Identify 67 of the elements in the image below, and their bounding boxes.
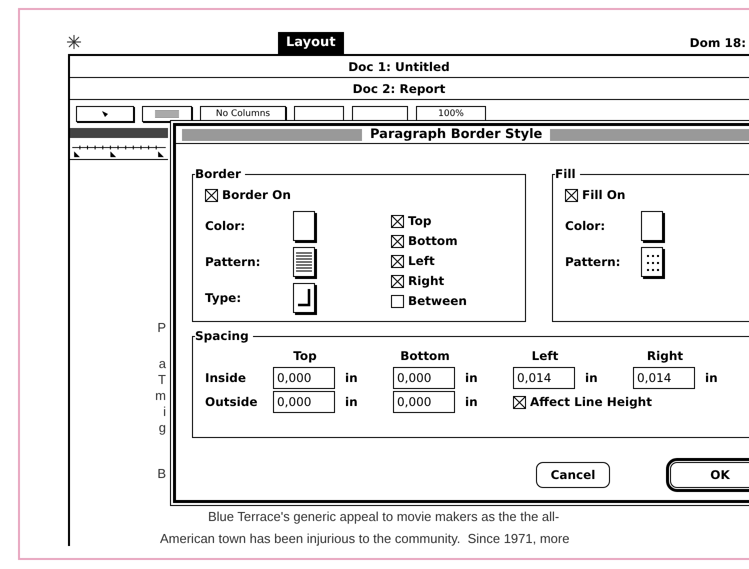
pattern-swatch[interactable] (293, 247, 315, 277)
number-field[interactable]: 0,014 (633, 367, 695, 389)
row-label: Inside (205, 370, 247, 387)
checkbox-label: Top (408, 213, 432, 230)
text-fragment: i (163, 404, 166, 420)
text-fragment: m (155, 388, 166, 404)
unit-label: in (345, 394, 358, 411)
checkbox[interactable] (391, 234, 404, 248)
text-fragment: g (158, 420, 166, 436)
column-heading: Left (530, 348, 560, 365)
checkbox-label: Affect Line Height (530, 394, 652, 411)
column-heading: Right (646, 348, 684, 365)
pattern-label: Pattern: (565, 254, 622, 271)
checkbox-label: Bottom (408, 233, 458, 250)
cancel-button[interactable]: Cancel (536, 462, 610, 488)
number-field[interactable]: 0,014 (513, 367, 575, 389)
pointer-tool-button[interactable] (76, 106, 134, 122)
dialog-title: Paragraph Border Style (370, 126, 542, 144)
unit-label: in (585, 370, 598, 387)
column-heading: Top (292, 348, 318, 365)
checkbox[interactable] (391, 214, 404, 228)
unit-label: in (345, 370, 358, 387)
document-text: Blue Terrace's generic appeal to movie makers as the the all- (207, 508, 560, 526)
column-heading: Bottom (399, 348, 451, 365)
unit-label: in (465, 370, 478, 387)
text-fragment: P (157, 320, 166, 336)
window-title-bar[interactable]: Doc 2: Report (70, 78, 749, 100)
title-stripes-icon (182, 128, 362, 140)
checkbox[interactable] (513, 396, 526, 408)
checkbox[interactable] (205, 188, 218, 202)
row-label: Outside (205, 394, 258, 411)
type-label: Type: (205, 290, 242, 307)
number-field[interactable]: 0,000 (393, 367, 455, 389)
color-label: Color: (205, 218, 246, 235)
sparkle-icon (66, 34, 82, 50)
checkbox-label: Left (408, 253, 435, 270)
color-swatch[interactable] (293, 211, 315, 241)
checkbox[interactable] (391, 274, 404, 288)
title-stripes-icon (550, 128, 749, 140)
window-title-bar[interactable]: Doc 1: Untitled (70, 56, 749, 78)
pattern-swatch[interactable] (641, 247, 664, 277)
text-tool-button[interactable] (142, 106, 192, 122)
menu-title[interactable]: Layout (278, 32, 344, 54)
group-label: Spacing (195, 328, 253, 344)
color-swatch[interactable] (641, 211, 664, 241)
checkbox-label: Fill On (582, 187, 626, 204)
checkbox-label: Between (408, 293, 467, 310)
text-fragment: T (158, 372, 166, 388)
color-label: Color: (565, 218, 606, 235)
unit-label: in (465, 394, 478, 411)
text-fragment: B (157, 466, 166, 482)
text-fragment: a (158, 356, 166, 372)
checkbox[interactable] (391, 254, 404, 268)
number-field[interactable]: 0,000 (393, 391, 455, 413)
pattern-label: Pattern: (205, 254, 262, 271)
checkbox-label: Border On (222, 187, 291, 204)
checkbox-label: Right (408, 273, 444, 290)
unit-label: in (705, 370, 718, 387)
number-field[interactable]: 0,000 (273, 367, 335, 389)
checkbox[interactable] (391, 294, 404, 308)
menu-clock: Dom 18: (690, 35, 746, 52)
text-lines-icon (155, 110, 179, 118)
document-text: American town has been injurious to the community. Since 1971, more (160, 530, 570, 548)
checkbox[interactable] (565, 188, 578, 202)
number-field[interactable]: 0,000 (273, 391, 335, 413)
border-type-swatch[interactable] (293, 283, 315, 313)
pointer-icon (101, 110, 109, 118)
